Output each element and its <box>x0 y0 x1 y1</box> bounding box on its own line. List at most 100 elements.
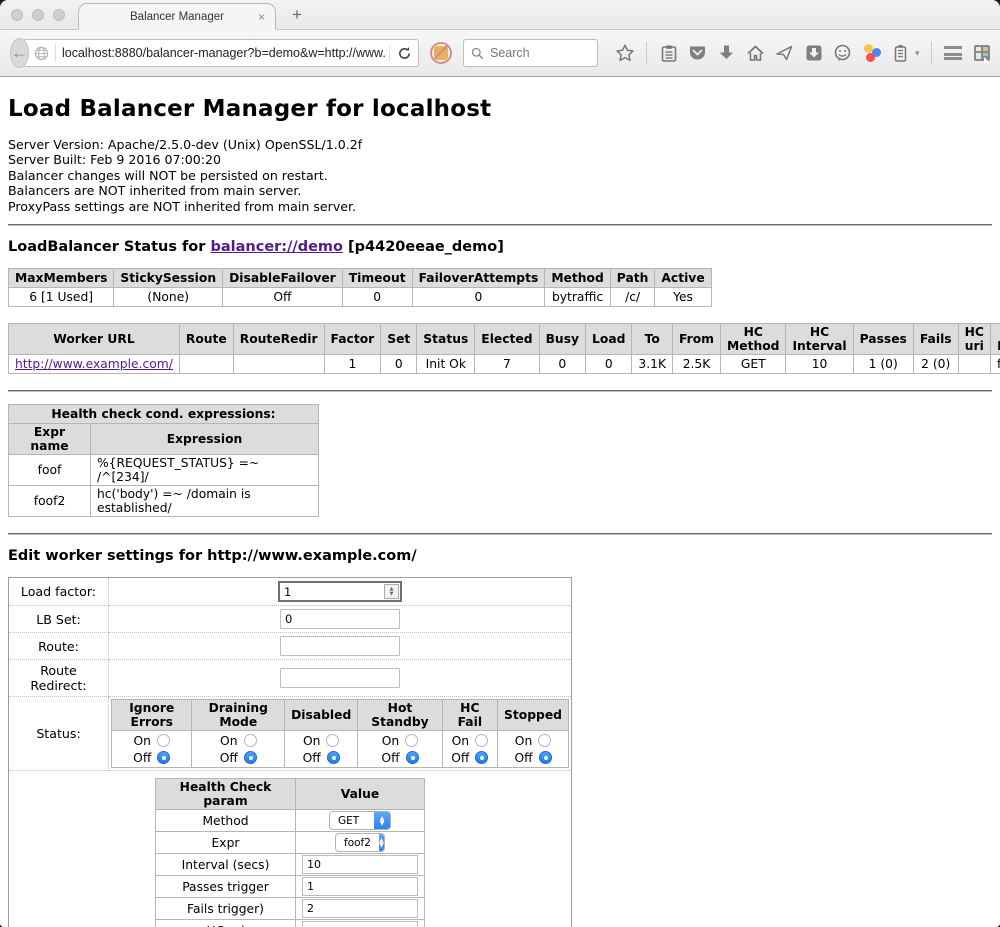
home-icon[interactable] <box>745 43 766 64</box>
send-tab-icon[interactable] <box>774 43 795 64</box>
wcol-to: To <box>632 324 673 355</box>
edit-worker-heading: Edit worker settings for http://www.exam… <box>8 548 992 564</box>
col-maxmembers: MaxMembers <box>9 269 114 288</box>
tab-close-icon[interactable]: × <box>258 10 265 24</box>
ignore-errors-on-radio[interactable] <box>157 734 170 747</box>
minimize-window-button[interactable] <box>32 9 44 21</box>
hc-param-header: Health Check param <box>156 779 296 810</box>
page-title: Load Balancer Manager for localhost <box>8 77 992 137</box>
ignore-errors-off-radio[interactable] <box>157 751 170 764</box>
content-blocker-icon[interactable] <box>430 42 452 64</box>
route-input[interactable] <box>280 636 400 656</box>
col-failoverattempts: FailoverAttempts <box>412 269 545 288</box>
hc-fail-on-radio[interactable] <box>475 734 488 747</box>
tab-title: Balancer Manager <box>130 11 224 23</box>
hot-standby-off-radio[interactable] <box>406 751 419 764</box>
site-identity-globe-icon[interactable] <box>34 46 49 61</box>
save-page-icon[interactable] <box>803 43 824 64</box>
back-button[interactable]: ← <box>10 38 29 68</box>
hc-expressions-table: Health check cond. expressions: Expr nam… <box>8 404 319 517</box>
bookmark-star-icon[interactable] <box>614 43 635 64</box>
status-label: Status: <box>9 697 109 771</box>
worker-url-link[interactable]: http://www.example.com/ <box>15 357 173 371</box>
hc-fail-off-radio[interactable] <box>475 751 488 764</box>
lb-set-input[interactable] <box>280 609 400 629</box>
wcol-hcuri: HC uri <box>958 324 990 355</box>
balancer-demo-link[interactable]: balancer://demo <box>210 239 343 255</box>
wval-set: 0 <box>381 355 417 374</box>
wcol-fails: Fails <box>913 324 958 355</box>
method-select-value: GET <box>330 815 367 827</box>
status-col-stopped: Stopped <box>498 700 569 731</box>
val-path: /c/ <box>610 288 655 307</box>
passes-input[interactable] <box>302 877 418 896</box>
draining-mode-on-radio[interactable] <box>244 734 257 747</box>
page-content: Load Balancer Manager for localhost Serv… <box>0 77 1000 927</box>
load-factor-label: Load factor: <box>9 578 109 606</box>
interval-input[interactable] <box>302 855 418 874</box>
url-text[interactable]: localhost:8880/balancer-manager?b=demo&w… <box>62 46 385 60</box>
chat-smiley-icon[interactable] <box>832 43 853 64</box>
tab-balancer-manager[interactable]: Balancer Manager × <box>78 3 276 30</box>
stopped-off-radio[interactable] <box>539 751 552 764</box>
wval-fails: 2 (0) <box>913 355 958 374</box>
wcol-status: Status <box>417 324 475 355</box>
container-battery-icon[interactable] <box>890 43 911 64</box>
fails-input[interactable] <box>302 899 418 918</box>
wval-load: 0 <box>586 355 632 374</box>
route-redirect-input[interactable] <box>280 668 400 688</box>
lb-set-label: LB Set: <box>9 606 109 633</box>
menu-hamburger-icon[interactable] <box>943 43 964 64</box>
url-bar[interactable]: localhost:8880/balancer-manager?b=demo&w… <box>23 39 419 67</box>
toolbar-separator-2 <box>931 42 932 64</box>
expr-select-value: foof2 <box>336 837 379 849</box>
method-select[interactable]: GET ▲▼ <box>329 811 391 830</box>
reload-icon[interactable] <box>389 46 412 61</box>
reading-list-icon[interactable] <box>658 43 679 64</box>
wval-routeredir <box>233 355 324 374</box>
wval-to: 3.1K <box>632 355 673 374</box>
expr-label: Expr <box>156 832 296 854</box>
downloads-icon[interactable] <box>716 43 737 64</box>
hot-standby-on-radio[interactable] <box>405 734 418 747</box>
close-window-button[interactable] <box>11 9 23 21</box>
overflow-caret-icon[interactable]: ▾ <box>915 48 920 59</box>
page-shot-grid-icon[interactable] <box>972 43 993 64</box>
pocket-icon[interactable] <box>687 43 708 64</box>
browser-window: Balancer Manager × + ← localhost:8880/ba… <box>0 0 1000 927</box>
hc-expr-row-foof2: foof2 hc('body') =~ /domain is establish… <box>9 486 319 517</box>
stopped-on-radio[interactable] <box>538 734 551 747</box>
number-stepper-icon[interactable]: ▲▼ <box>384 584 399 599</box>
draining-mode-on-label: On <box>220 734 237 748</box>
search-icon <box>471 47 484 60</box>
disabled-off-radio[interactable] <box>327 751 340 764</box>
hc-value-header: Value <box>296 779 425 810</box>
divider <box>8 533 992 535</box>
search-input[interactable] <box>490 46 590 60</box>
status-col-hc-fail: HC Fail <box>442 700 497 731</box>
wval-hcexpr: foof2 <box>990 355 1000 374</box>
hc-uri-input[interactable] <box>302 921 418 927</box>
disabled-on-radio[interactable] <box>326 734 339 747</box>
balancers-inherit-line: Balancers are NOT inherited from main se… <box>8 183 992 198</box>
extension-colordots-icon[interactable] <box>861 43 882 64</box>
wval-factor: 1 <box>324 355 381 374</box>
col-stickysession: StickySession <box>114 269 223 288</box>
expr-select[interactable]: foof2▲▼ <box>335 833 385 852</box>
window-controls[interactable] <box>11 9 65 21</box>
wcol-hcinterval: HC Interval <box>786 324 853 355</box>
wval-from: 2.5K <box>673 355 721 374</box>
fails-label: Fails trigger) <box>156 898 296 920</box>
wval-busy: 0 <box>539 355 585 374</box>
hc-expr-row-foof: foof %{REQUEST_STATUS} =~ /^[234]/ <box>9 455 319 486</box>
navigation-toolbar: ← localhost:8880/balancer-manager?b=demo… <box>0 30 1000 77</box>
wcol-load: Load <box>586 324 632 355</box>
new-tab-button[interactable]: + <box>292 5 302 25</box>
search-bar[interactable] <box>463 39 598 67</box>
toolbar-separator <box>646 42 647 64</box>
select-stepper-icon: ▲▼ <box>374 811 390 830</box>
route-redirect-label: Route Redirect: <box>9 660 109 697</box>
zoom-window-button[interactable] <box>53 9 65 21</box>
status-heading-prefix: LoadBalancer Status for <box>8 239 210 255</box>
draining-mode-off-radio[interactable] <box>244 751 257 764</box>
